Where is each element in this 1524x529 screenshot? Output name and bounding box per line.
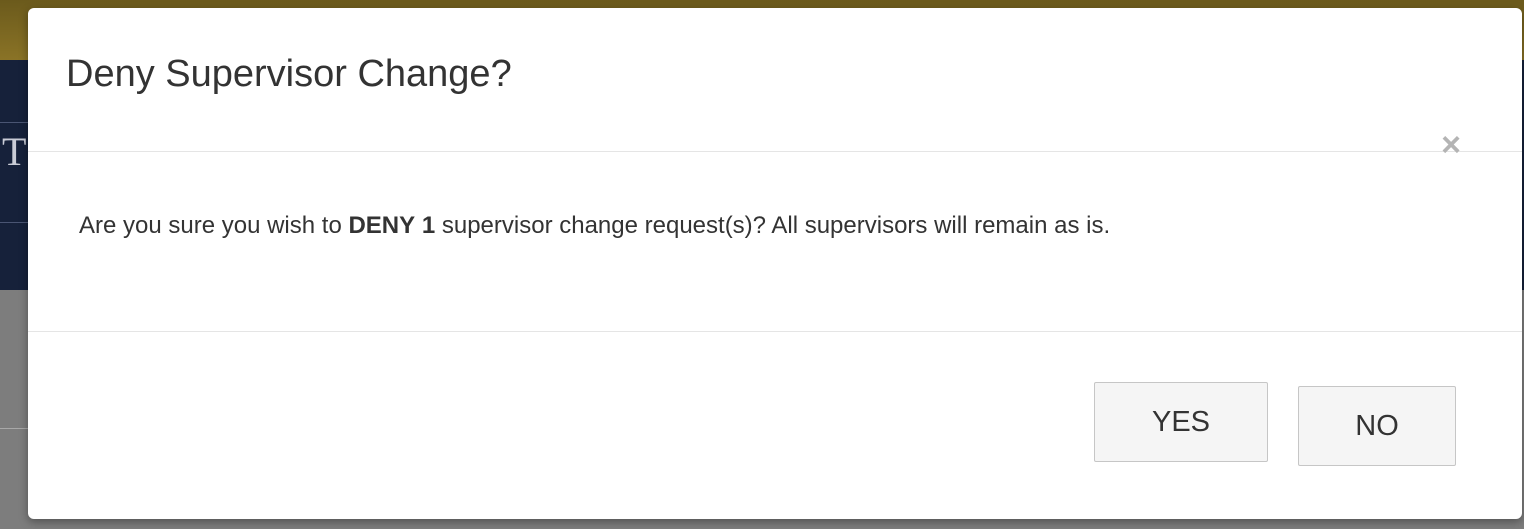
message-suffix: supervisor change request(s)? All superv… bbox=[435, 212, 1111, 239]
dialog-message: Are you sure you wish to DENY 1 supervis… bbox=[79, 212, 1110, 240]
background-partial-text: T bbox=[2, 129, 27, 174]
deny-supervisor-change-dialog: Deny Supervisor Change? × Are you sure y… bbox=[28, 8, 1522, 519]
message-action: DENY bbox=[348, 212, 416, 239]
message-prefix: Are you sure you wish to bbox=[79, 212, 349, 239]
dialog-title: Deny Supervisor Change? bbox=[66, 53, 512, 95]
dialog-header: Deny Supervisor Change? × bbox=[28, 8, 1522, 162]
no-button[interactable]: NO bbox=[1298, 386, 1456, 466]
dialog-body: Are you sure you wish to DENY 1 supervis… bbox=[28, 152, 1522, 332]
yes-button[interactable]: YES bbox=[1094, 382, 1268, 462]
message-count: 1 bbox=[421, 212, 436, 239]
